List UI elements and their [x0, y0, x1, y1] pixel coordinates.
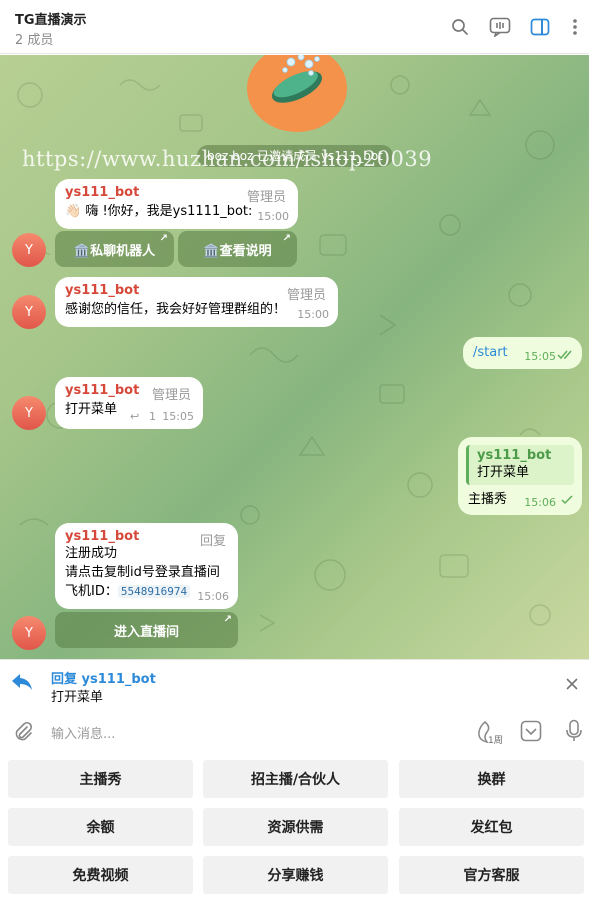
- avatar[interactable]: Y: [12, 616, 46, 650]
- message-bubble[interactable]: ys111_bot 回复 注册成功 请点击复制id号登录直播间 飞机ID： 554…: [55, 523, 238, 609]
- message-time: 15:06: [524, 496, 556, 509]
- avatar[interactable]: Y: [12, 233, 46, 267]
- role-badge: 回复: [199, 534, 226, 549]
- sidebar-toggle-icon[interactable]: [528, 15, 552, 39]
- outgoing-message-bubble[interactable]: ys111_bot 打开菜单 主播秀 15:06: [458, 437, 582, 515]
- message-bubble[interactable]: ys111_bot 管理员 打开菜单 ↩ 1 15:05: [55, 377, 203, 429]
- member-count: 2 成员: [15, 33, 54, 48]
- external-link-icon: ↗: [223, 614, 232, 625]
- reply-arrow-icon[interactable]: ↩: [130, 410, 139, 423]
- id-label: 飞机ID：: [65, 584, 118, 599]
- message-time: 15:06: [197, 590, 229, 603]
- keyboard-button[interactable]: 主播秀: [8, 760, 193, 798]
- view-instructions-button[interactable]: 🏛️查看说明 ↗: [178, 231, 297, 267]
- more-options-icon[interactable]: [563, 15, 587, 39]
- enter-live-room-button[interactable]: 进入直播间 ↗: [55, 612, 238, 648]
- outgoing-message-bubble[interactable]: /start 15:05: [463, 337, 582, 369]
- keyboard-toggle-icon[interactable]: [520, 720, 542, 746]
- keyboard-button[interactable]: 免费视频: [8, 856, 193, 894]
- external-link-icon: ↗: [159, 233, 168, 244]
- button-label: 🏛️私聊机器人: [73, 243, 156, 259]
- message-input-bar: 输入消息... 1周: [0, 707, 589, 757]
- avatar[interactable]: Y: [12, 295, 46, 329]
- id-value-code[interactable]: 5548916974: [117, 585, 191, 598]
- keyboard-button[interactable]: 余额: [8, 808, 193, 846]
- search-icon[interactable]: [448, 15, 472, 39]
- keyboard-button[interactable]: 招主播/合伙人: [203, 760, 388, 798]
- keyboard-button[interactable]: 分享赚钱: [203, 856, 388, 894]
- attach-icon[interactable]: [12, 721, 34, 747]
- message-bubble[interactable]: ys111_bot 管理员 感谢您的信任，我会好好管理群组的！ 15:00: [55, 277, 338, 327]
- message-bubble[interactable]: ys111_bot 管理员 👋🏻 嗨 !你好，我是ys1111_bot: 15:…: [55, 179, 298, 229]
- quoted-message[interactable]: ys111_bot 打开菜单: [466, 445, 574, 485]
- live-stream-icon[interactable]: [488, 15, 512, 39]
- message-time: 15:05: [524, 350, 556, 363]
- external-link-icon: ↗: [282, 233, 291, 244]
- reply-icon: [10, 672, 34, 696]
- button-label: 进入直播间: [113, 624, 179, 640]
- avatar[interactable]: Y: [12, 396, 46, 430]
- quote-sender: ys111_bot: [477, 448, 552, 463]
- reply-preview-text: 打开菜单: [51, 690, 104, 705]
- quote-text: 打开菜单: [477, 465, 530, 480]
- keyboard-button[interactable]: 发红包: [399, 808, 584, 846]
- message-time: 15:05: [162, 410, 194, 423]
- check-icon: [561, 494, 573, 509]
- message-time: 15:00: [257, 210, 289, 223]
- chat-title[interactable]: TG直播演示: [15, 9, 87, 28]
- message-text: 主播秀: [468, 492, 508, 507]
- keyboard-button[interactable]: 资源供需: [203, 808, 388, 846]
- role-badge: 管理员: [151, 388, 191, 403]
- button-label: 🏛️查看说明: [203, 243, 272, 259]
- reply-label[interactable]: 回复 ys111_bot: [51, 668, 156, 687]
- reply-keyboard: 主播秀 招主播/合伙人 换群 余额 资源供需 发红包 免费视频 分享赚钱 官方客…: [0, 757, 589, 901]
- chat-header: TG直播演示 2 成员: [0, 0, 589, 54]
- keyboard-button[interactable]: 官方客服: [399, 856, 584, 894]
- private-chat-bot-button[interactable]: 🏛️私聊机器人 ↗: [55, 231, 174, 267]
- microphone-icon[interactable]: [565, 719, 583, 747]
- message-line: 请点击复制id号登录直播间: [65, 565, 220, 580]
- chat-area[interactable]: boz boz 已邀请成员 ys111_bot https://www.huzh…: [0, 55, 589, 659]
- replies-count: 1: [149, 410, 156, 423]
- watermark-text: https://www.huzhan.com/ishop20039: [22, 147, 433, 171]
- message-time: 15:00: [297, 308, 329, 321]
- message-input[interactable]: 输入消息...: [51, 723, 115, 742]
- close-icon[interactable]: [565, 676, 579, 695]
- role-badge: 管理员: [286, 288, 326, 303]
- role-badge: 管理员: [246, 190, 286, 205]
- timer-label: 1周: [488, 736, 503, 746]
- keyboard-button[interactable]: 换群: [399, 760, 584, 798]
- double-check-icon: [557, 349, 575, 364]
- reply-bar: 回复 ys111_bot 打开菜单: [0, 659, 589, 707]
